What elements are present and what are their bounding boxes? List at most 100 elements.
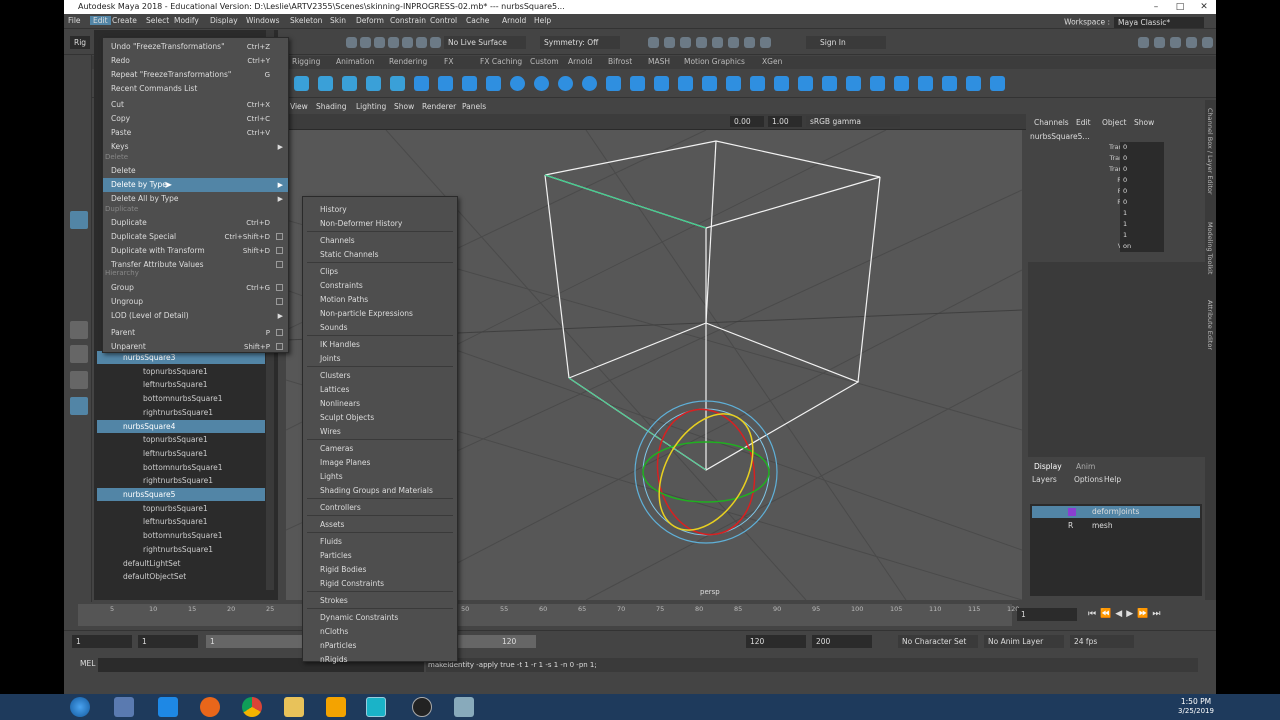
- layer-menu-layers[interactable]: Layers: [1032, 475, 1057, 484]
- outliner-item[interactable]: nurbsSquare4: [97, 419, 265, 433]
- shelf-tab-animation[interactable]: Animation: [336, 57, 374, 66]
- outliner-item[interactable]: topnurbsSquare1: [97, 433, 265, 446]
- wire-cube[interactable]: [544, 140, 881, 471]
- submenu-item[interactable]: Clusters: [317, 369, 471, 383]
- status-icon-17[interactable]: [1170, 37, 1181, 48]
- channel-value[interactable]: 1: [1120, 230, 1164, 241]
- range-end-handle[interactable]: 120: [502, 635, 516, 648]
- channel-value[interactable]: 0: [1120, 153, 1164, 164]
- shelf-tab-bifrost[interactable]: Bifrost: [608, 57, 632, 66]
- submenu-item[interactable]: Assets: [317, 518, 471, 532]
- edit-menu-item[interactable]: LOD (Level of Detail) ▶: [103, 309, 288, 323]
- shelf-tool-icon-8[interactable]: [486, 76, 501, 91]
- menu-display[interactable]: Display: [210, 16, 238, 25]
- shelf-tool-icon-5[interactable]: [414, 76, 429, 91]
- submenu-item[interactable]: Wires: [317, 425, 471, 439]
- submenu-item[interactable]: Non-particle Expressions: [317, 307, 471, 321]
- shelf-tab-mash[interactable]: MASH: [648, 57, 670, 66]
- status-icon-16[interactable]: [1154, 37, 1165, 48]
- status-icon-5[interactable]: [416, 37, 427, 48]
- layer-color-swatch[interactable]: [1068, 508, 1076, 516]
- edit-menu-item[interactable]: Copy Ctrl+C: [103, 112, 288, 126]
- channel-row[interactable]: Visibilityon: [1028, 241, 1205, 252]
- submenu-item[interactable]: Shading Groups and Materials: [317, 484, 471, 498]
- viewport-menu-renderer[interactable]: Renderer: [422, 102, 456, 111]
- channel-value[interactable]: 0: [1120, 197, 1164, 208]
- playback-start-field[interactable]: 1: [138, 635, 198, 648]
- colorspace-dropdown[interactable]: sRGB gamma: [806, 116, 900, 127]
- shelf-tool-icon-29[interactable]: [990, 76, 1005, 91]
- submenu-item[interactable]: Dynamic Constraints: [317, 611, 471, 625]
- command-lang-label[interactable]: MEL: [80, 659, 95, 668]
- option-box-icon[interactable]: [276, 343, 283, 350]
- outliner-layout-icon[interactable]: [70, 397, 88, 415]
- symmetry-dropdown[interactable]: Symmetry: Off: [540, 36, 620, 49]
- submenu-item[interactable]: Nonlinears: [317, 397, 471, 411]
- anim-end-field[interactable]: 200: [812, 635, 872, 648]
- edit-menu-item[interactable]: Ungroup: [103, 295, 288, 309]
- shelf-tab-rigging[interactable]: Rigging: [292, 57, 320, 66]
- shelf-tool-icon-24[interactable]: [870, 76, 885, 91]
- submenu-item[interactable]: Joints: [317, 352, 471, 366]
- shelf-tab-fx[interactable]: FX: [444, 57, 453, 66]
- submenu-item[interactable]: Lights: [317, 470, 471, 484]
- menu-windows[interactable]: Windows: [246, 16, 279, 25]
- submenu-item[interactable]: Fluids: [317, 535, 471, 549]
- layer-flag[interactable]: R: [1068, 520, 1073, 532]
- channelbox-tab-object[interactable]: Object: [1102, 118, 1126, 127]
- side-tab[interactable]: Modeling Toolkit: [1206, 222, 1214, 274]
- time-slider[interactable]: 5101520253035404550556065707580859095100…: [64, 602, 1216, 628]
- submenu-item[interactable]: Sounds: [317, 321, 471, 335]
- chrome-icon[interactable]: [242, 697, 262, 717]
- status-icon-1[interactable]: [360, 37, 371, 48]
- maximize-icon[interactable]: □: [1168, 0, 1192, 14]
- outliner-item[interactable]: topnurbsSquare1: [97, 502, 265, 515]
- shelf-tool-icon-0[interactable]: [294, 76, 309, 91]
- outliner-item[interactable]: rightnurbsSquare1: [97, 406, 265, 419]
- channel-value[interactable]: 1: [1120, 219, 1164, 230]
- maya-taskbar-icon[interactable]: [366, 697, 386, 717]
- edit-menu-item[interactable]: Keys ▶: [103, 140, 288, 154]
- playback-end-field[interactable]: 120: [746, 635, 806, 648]
- outliner-item[interactable]: bottomnurbsSquare1: [97, 392, 265, 405]
- channel-row[interactable]: Translate Z0: [1028, 164, 1205, 175]
- channelbox-tab-edit[interactable]: Edit: [1076, 118, 1091, 127]
- submenu-item[interactable]: Image Planes: [317, 456, 471, 470]
- shelf-tool-icon-12[interactable]: [582, 76, 597, 91]
- shelf-tool-icon-25[interactable]: [894, 76, 909, 91]
- shelf-tool-icon-19[interactable]: [750, 76, 765, 91]
- status-icon-2[interactable]: [374, 37, 385, 48]
- channel-row[interactable]: Rotate Z0: [1028, 197, 1205, 208]
- submenu-item[interactable]: Particles: [317, 549, 471, 563]
- shelf-tool-icon-17[interactable]: [702, 76, 717, 91]
- option-box-icon[interactable]: [276, 247, 283, 254]
- layer-menu-options[interactable]: Options: [1074, 475, 1103, 484]
- single-perspective-icon[interactable]: [70, 321, 88, 339]
- shelf-tab-xgen[interactable]: XGen: [762, 57, 782, 66]
- shelf-tab-custom[interactable]: Custom: [530, 57, 559, 66]
- status-icon-9[interactable]: [680, 37, 691, 48]
- live-surface-field[interactable]: No Live Surface: [444, 36, 526, 49]
- outliner-item[interactable]: leftnurbsSquare1: [97, 447, 265, 460]
- channel-row[interactable]: Translate Y0: [1028, 153, 1205, 164]
- persp-outliner-icon[interactable]: [70, 371, 88, 389]
- viewport-menu-panels[interactable]: Panels: [462, 102, 486, 111]
- layer-tab-display[interactable]: Display: [1034, 462, 1062, 471]
- channel-value[interactable]: 0: [1120, 186, 1164, 197]
- menu-file[interactable]: File: [68, 16, 81, 25]
- edit-menu-item[interactable]: Group Ctrl+G: [103, 281, 288, 295]
- shelf-tool-icon-7[interactable]: [462, 76, 477, 91]
- status-icon-13[interactable]: [744, 37, 755, 48]
- submenu-item[interactable]: Sculpt Objects: [317, 411, 471, 425]
- select-tool-icon[interactable]: [70, 115, 88, 133]
- submenu-item[interactable]: Lattices: [317, 383, 471, 397]
- viewport-menu-lighting[interactable]: Lighting: [356, 102, 386, 111]
- playback-controls[interactable]: ⏮⏪◀▶⏩⏭: [1088, 609, 1164, 619]
- shelf-tab-arnold[interactable]: Arnold: [568, 57, 592, 66]
- status-icon-10[interactable]: [696, 37, 707, 48]
- channelbox-tab-channels[interactable]: Channels: [1034, 118, 1069, 127]
- edit-menu-item[interactable]: Repeat "FreezeTransformations" G: [103, 68, 288, 82]
- status-icon-15[interactable]: [1138, 37, 1149, 48]
- menu-skin[interactable]: Skin: [330, 16, 346, 25]
- layer-tab-anim[interactable]: Anim: [1076, 462, 1095, 471]
